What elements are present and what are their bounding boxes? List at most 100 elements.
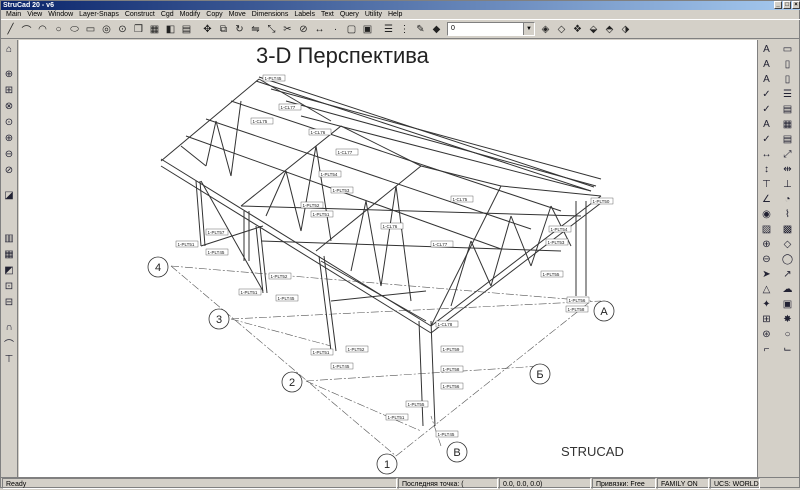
notch-icon[interactable]: ⌙ [780,342,795,357]
list-icon[interactable]: ☰ [780,87,795,102]
box-3d-icon[interactable]: ❒ [131,22,146,37]
target-icon[interactable]: ⊙ [115,22,130,37]
menu-help[interactable]: Help [385,10,405,19]
section-cut-icon[interactable]: ⊖ [759,252,774,267]
grid-icon[interactable]: ▤ [179,22,194,37]
chevron-down-icon[interactable]: ▼ [523,23,534,35]
menu-window[interactable]: Window [45,10,76,19]
arrow-icon[interactable]: ➤ [759,267,774,282]
section-icon[interactable]: ▦ [2,247,17,262]
menu-construct[interactable]: Construct [122,10,158,19]
line-icon[interactable]: ╱ [3,22,18,37]
zoom-window-icon[interactable]: ⊞ [2,83,17,98]
rotate-icon[interactable]: ↻ [232,22,247,37]
polyline-icon[interactable]: ⌒ [19,22,34,37]
dim-vertical-icon[interactable]: ↕ [759,162,774,177]
menu-modify[interactable]: Modify [177,10,204,19]
drawing-canvas[interactable]: 3-D Перспектива STRUCAD 4 3 2 1 A Б В 1-… [19,40,757,477]
layer-on-icon[interactable]: ◈ [538,22,553,37]
family-status[interactable]: FAMILY ON [657,478,709,489]
magnet-icon[interactable]: ∩ [2,320,17,335]
zoom-all-icon[interactable]: ⊗ [2,99,17,114]
level-icon[interactable]: ⊤ [759,177,774,192]
maximize-button[interactable]: □ [783,1,791,9]
dim-chain-icon[interactable]: ⇹ [780,162,795,177]
block-icon[interactable]: ▣ [780,297,795,312]
layer-off-icon[interactable]: ◇ [554,22,569,37]
leader-icon[interactable]: ↗ [780,267,795,282]
insert-icon[interactable]: ⊞ [759,312,774,327]
table-icon[interactable]: ▦ [780,117,795,132]
rectangle-icon[interactable]: ▭ [83,22,98,37]
palette-icon[interactable]: ▦ [147,22,162,37]
bend-icon[interactable]: ⌐ [759,342,774,357]
layer-select[interactable]: 0 ▼ [447,22,535,36]
no-entry-icon[interactable]: ⊘ [296,22,311,37]
menu-utility[interactable]: Utility [362,10,385,19]
arc-icon[interactable]: ◠ [35,22,50,37]
menu-main[interactable]: Main [3,10,24,19]
layer-thaw-icon[interactable]: ⬙ [586,22,601,37]
arch-icon[interactable]: ⌒ [2,336,17,351]
mirror-icon[interactable]: ⇋ [248,22,263,37]
explode-icon[interactable]: ✸ [780,312,795,327]
page-icon[interactable]: ▯ [780,57,795,72]
marker-icon[interactable]: ◇ [780,237,795,252]
bolt-icon[interactable]: ⊛ [759,327,774,342]
menu-dimensions[interactable]: Dimensions [249,10,292,19]
menu-text[interactable]: Text [318,10,337,19]
move-icon[interactable]: ✥ [200,22,215,37]
zoom-previous-icon[interactable]: ⊙ [2,115,17,130]
cloud-icon[interactable]: ☁ [780,282,795,297]
angle-icon[interactable]: ∠ [759,192,774,207]
close-button[interactable]: × [792,1,800,9]
layer-lock-icon[interactable]: ⬘ [602,22,617,37]
layers-icon[interactable]: ◧ [163,22,178,37]
text-edit-icon[interactable]: ▭ [780,42,795,57]
doc-icon[interactable]: ▤ [780,102,795,117]
minimize-button[interactable]: _ [774,1,782,9]
menu-labels[interactable]: Labels [291,10,318,19]
dim-linear-icon[interactable]: ↔ [759,147,774,162]
trim-icon[interactable]: ✂ [280,22,295,37]
plate-icon[interactable]: ◩ [2,263,17,278]
check-edit-icon[interactable]: ✓ [759,102,774,117]
grid-line-icon[interactable]: ⊕ [759,237,774,252]
fill-icon[interactable]: ▩ [780,222,795,237]
radius-icon[interactable]: ◔ [780,192,795,207]
hatch-icon[interactable]: ▨ [759,222,774,237]
weld-icon[interactable]: ⌇ [780,207,795,222]
revision-icon[interactable]: △ [759,282,774,297]
window-crossing-icon[interactable]: ▣ [360,22,375,37]
pencil-icon[interactable]: ✎ [413,22,428,37]
menu-view[interactable]: View [24,10,45,19]
model-icon[interactable]: ▥ [2,231,17,246]
view-3d-icon[interactable]: ◪ [2,188,17,203]
sheet-icon[interactable]: ▤ [780,132,795,147]
label-icon[interactable]: A [759,117,774,132]
layer-manager-icon[interactable]: ☰ [381,22,396,37]
scale-icon[interactable]: ⤡ [264,22,279,37]
menu-cgd[interactable]: Cgd [158,10,177,19]
ucs-status[interactable]: UCS: WORLD [710,478,760,489]
menu-copy[interactable]: Copy [203,10,225,19]
layer-freeze-icon[interactable]: ❖ [570,22,585,37]
elevation-icon[interactable]: ⊥ [780,177,795,192]
point-icon[interactable]: · [328,22,343,37]
dim-aligned-icon[interactable]: ⤢ [780,147,795,162]
mark-icon[interactable]: ✓ [759,132,774,147]
menu-layer-snaps[interactable]: Layer-Snaps [76,10,122,19]
text-size-icon[interactable]: A [759,42,774,57]
snap-icon[interactable]: ⋮ [397,22,412,37]
zoom-icon[interactable]: ⊕ [2,67,17,82]
dimension-icon[interactable]: ↔ [312,22,327,37]
menu-move[interactable]: Move [226,10,249,19]
layer-unlock-icon[interactable]: ⬗ [618,22,633,37]
snap-status[interactable]: Привязки: Free [592,478,656,489]
paint-icon[interactable]: ◆ [429,22,444,37]
hole-icon[interactable]: ○ [780,327,795,342]
detail-icon[interactable]: ◯ [780,252,795,267]
bracket-icon[interactable]: ⊤ [2,352,17,367]
tag-icon[interactable]: ▯ [780,72,795,87]
check-icon[interactable]: ✓ [759,87,774,102]
